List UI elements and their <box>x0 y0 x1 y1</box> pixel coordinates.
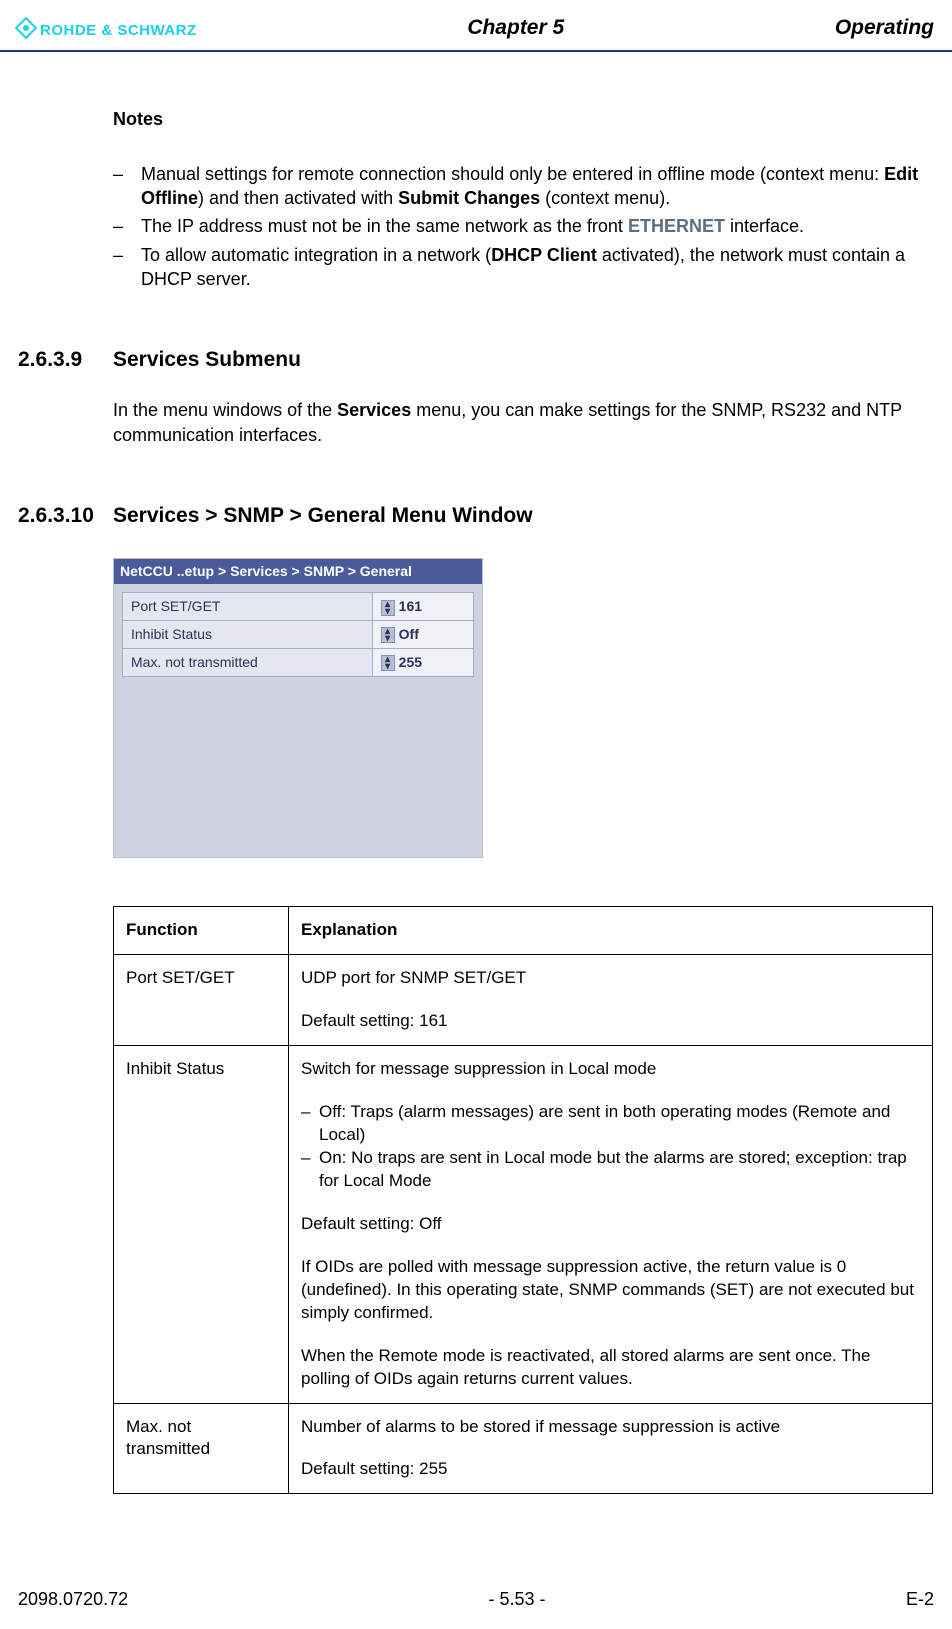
table-row: Inhibit Status Switch for message suppre… <box>114 1046 933 1403</box>
screenshot-table: Port SET/GET ▴▾161 Inhibit Status ▴▾Off … <box>122 592 474 677</box>
list-item: –On: No traps are sent in Local mode but… <box>301 1147 920 1193</box>
page-footer: 2098.0720.72 - 5.53 - E-2 <box>0 1587 952 1611</box>
function-table: Function Explanation Port SET/GET UDP po… <box>113 906 933 1494</box>
notes-list: – Manual settings for remote connection … <box>113 162 934 291</box>
logo-text: ROHDE & SCHWARZ <box>40 21 197 41</box>
footer-right: E-2 <box>906 1587 934 1611</box>
chapter-label: Chapter 5 <box>467 14 564 42</box>
explanation-cell: Switch for message suppression in Local … <box>289 1046 933 1403</box>
func-cell: Port SET/GET <box>114 955 289 1046</box>
field-label: Max. not transmitted <box>123 649 373 677</box>
field-label: Inhibit Status <box>123 621 373 649</box>
field-value[interactable]: ▴▾161 <box>372 593 473 621</box>
note-item: – The IP address must not be in the same… <box>113 214 934 238</box>
col-function: Function <box>114 907 289 955</box>
field-value[interactable]: ▴▾Off <box>372 621 473 649</box>
note-item: – Manual settings for remote connection … <box>113 162 934 211</box>
func-cell: Inhibit Status <box>114 1046 289 1403</box>
section-heading: 2.6.3.9 Services Submenu <box>18 346 934 374</box>
bullet-dash: – <box>113 243 141 292</box>
field-label: Port SET/GET <box>123 593 373 621</box>
footer-left: 2098.0720.72 <box>18 1587 128 1611</box>
table-row: Max. not transmitted Number of alarms to… <box>114 1403 933 1494</box>
note-text: Manual settings for remote connection sh… <box>141 162 934 211</box>
table-header-row: Function Explanation <box>114 907 933 955</box>
page-category: Operating <box>835 14 934 42</box>
spinner-icon[interactable]: ▴▾ <box>381 627 395 643</box>
section-heading: 2.6.3.10 Services > SNMP > General Menu … <box>18 502 934 530</box>
screenshot-titlebar: NetCCU ..etup > Services > SNMP > Genera… <box>114 559 482 584</box>
func-cell: Max. not transmitted <box>114 1403 289 1494</box>
explanation-cell: UDP port for SNMP SET/GET Default settin… <box>289 955 933 1046</box>
screenshot-row: Inhibit Status ▴▾Off <box>123 621 474 649</box>
page-header: ROHDE & SCHWARZ Chapter 5 Operating <box>0 0 952 52</box>
footer-center: - 5.53 - <box>489 1587 546 1611</box>
section-body: In the menu windows of the Services menu… <box>113 398 934 447</box>
section-title: Services > SNMP > General Menu Window <box>113 502 533 530</box>
section-number: 2.6.3.10 <box>18 502 113 530</box>
col-explanation: Explanation <box>289 907 933 955</box>
field-value[interactable]: ▴▾255 <box>372 649 473 677</box>
note-text: The IP address must not be in the same n… <box>141 214 934 238</box>
screenshot-row: Port SET/GET ▴▾161 <box>123 593 474 621</box>
explanation-cell: Number of alarms to be stored if message… <box>289 1403 933 1494</box>
brand-logo: ROHDE & SCHWARZ <box>18 20 197 42</box>
list-item: –Off: Traps (alarm messages) are sent in… <box>301 1101 920 1147</box>
note-item: – To allow automatic integration in a ne… <box>113 243 934 292</box>
table-row: Port SET/GET UDP port for SNMP SET/GET D… <box>114 955 933 1046</box>
section-number: 2.6.3.9 <box>18 346 113 374</box>
bullet-dash: – <box>113 162 141 211</box>
logo-diamond-icon <box>15 17 38 40</box>
note-text: To allow automatic integration in a netw… <box>141 243 934 292</box>
screenshot-body: Port SET/GET ▴▾161 Inhibit Status ▴▾Off … <box>114 584 482 685</box>
explanation-list: –Off: Traps (alarm messages) are sent in… <box>301 1101 920 1193</box>
screenshot-row: Max. not transmitted ▴▾255 <box>123 649 474 677</box>
menu-screenshot: NetCCU ..etup > Services > SNMP > Genera… <box>113 558 483 858</box>
spinner-icon[interactable]: ▴▾ <box>381 600 395 616</box>
notes-heading: Notes <box>113 107 934 131</box>
bullet-dash: – <box>113 214 141 238</box>
spinner-icon[interactable]: ▴▾ <box>381 655 395 671</box>
page-content: Notes – Manual settings for remote conne… <box>0 52 952 1494</box>
section-title: Services Submenu <box>113 346 301 374</box>
